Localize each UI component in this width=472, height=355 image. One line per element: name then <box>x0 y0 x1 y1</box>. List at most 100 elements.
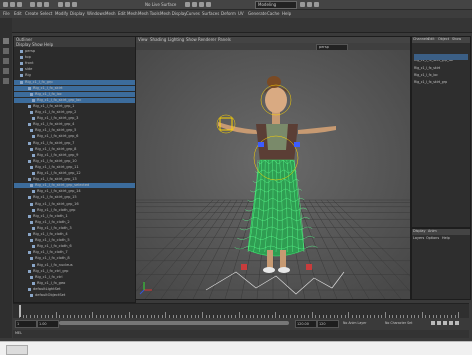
outliner-row[interactable]: Rig_c1_I_fx_skirt_grp_11 <box>14 165 135 170</box>
menu-windows[interactable]: Windows <box>87 11 105 16</box>
perspective-viewport[interactable]: View Shading Lighting Show Renderer Pane… <box>135 36 411 300</box>
channel-box-icon[interactable] <box>314 2 319 7</box>
current-time-marker[interactable] <box>19 305 21 317</box>
layers-menu-help[interactable]: Help <box>442 236 450 241</box>
snap-grid-icon[interactable] <box>58 2 63 7</box>
menu-edit-mesh[interactable]: Edit Mesh <box>118 11 138 16</box>
outliner-row[interactable]: Rig_c1_I_fx_skirt_grp_7 <box>14 141 135 146</box>
outliner-row[interactable]: Rig_c1_I_fx_skirt_grp_5 <box>14 128 135 133</box>
hypershade-icon[interactable] <box>206 2 211 7</box>
range-end-field[interactable]: 120.00 <box>295 320 317 328</box>
viewport-menu-panels[interactable]: Panels <box>218 37 231 42</box>
viewport-menu-renderer[interactable]: Renderer <box>198 37 216 42</box>
end-time-field[interactable]: 120 <box>317 320 339 328</box>
time-slider[interactable] <box>13 303 469 318</box>
outliner-row[interactable]: Rig_c1_I_fx_skirt_grp_loc <box>14 97 135 103</box>
outliner-row[interactable]: defaultLightSet <box>14 287 135 292</box>
move-tool-icon[interactable] <box>3 58 9 64</box>
render-settings-icon[interactable] <box>199 2 204 7</box>
outliner-row[interactable]: Rig_c1_I_fx_cloth_8 <box>14 256 135 261</box>
outliner-row[interactable]: Rig_c1_I_fx_cloth_2 <box>14 220 135 225</box>
outliner-menu-help[interactable]: Help <box>44 42 53 47</box>
outliner-row[interactable]: Rig_c1_I_fx_skirt_grp_8 <box>14 147 135 152</box>
outliner-row[interactable]: side <box>14 67 135 72</box>
menu-mesh[interactable]: Mesh <box>105 11 116 16</box>
outliner-row[interactable]: Rig_c1_I_fx_skirt_grp_4 <box>14 122 135 127</box>
menu-select[interactable]: Select <box>40 11 52 16</box>
outliner-row[interactable]: Rig_c1_I_fx_grp <box>14 79 135 85</box>
channel-row[interactable]: Rig_c1_I_fx_loc <box>414 61 468 77</box>
command-line[interactable]: MEL <box>13 330 469 338</box>
menu-display[interactable]: Display <box>70 11 85 16</box>
taskbar-button[interactable] <box>6 345 28 355</box>
menu-modify[interactable]: Modify <box>55 11 68 16</box>
outliner-row[interactable]: Rig_c1_I_fx_loc <box>14 91 135 97</box>
outliner-row[interactable]: persp <box>14 49 135 54</box>
layers-menu-options[interactable]: Options <box>426 236 439 241</box>
lasso-tool-icon[interactable] <box>3 48 9 54</box>
outliner-row[interactable]: Rig_c1_I_fx_ctrl <box>14 275 135 280</box>
outliner-menu-display[interactable]: Display <box>16 42 31 47</box>
outliner-row[interactable]: front <box>14 61 135 66</box>
select-tool-icon[interactable] <box>3 38 9 44</box>
select-hierarchy-icon[interactable] <box>30 2 35 7</box>
save-scene-icon[interactable] <box>17 2 22 7</box>
rotate-tool-icon[interactable] <box>3 68 9 74</box>
new-scene-icon[interactable] <box>3 2 8 7</box>
menu-edit[interactable]: Edit <box>14 11 22 16</box>
menu-file[interactable]: File <box>3 11 10 16</box>
elbow-locator-right[interactable] <box>294 142 300 147</box>
mode-menu[interactable]: Modeling <box>255 1 297 9</box>
tab-display-layers[interactable]: Display <box>413 229 426 234</box>
layers-menu-layers[interactable]: Layers <box>413 236 424 241</box>
menu-mesh-tools[interactable]: Mesh Tools <box>138 11 160 16</box>
foot-control-right[interactable] <box>306 264 312 270</box>
select-component-icon[interactable] <box>44 2 49 7</box>
outliner-row[interactable]: top <box>14 55 135 60</box>
outliner-row[interactable]: Rig_c1_I_fx_cloth_3 <box>14 226 135 231</box>
viewport-menu-shading[interactable]: Shading <box>150 37 166 42</box>
outliner-row[interactable]: Rig_c1_I_fx_skirt_grp_13 <box>14 177 135 182</box>
outliner-row[interactable]: Rig <box>14 73 135 78</box>
step-forward-icon[interactable] <box>449 321 453 325</box>
select-object-icon[interactable] <box>37 2 42 7</box>
outliner-row[interactable]: Rig_c1_I_fx_cloth_4 <box>14 232 135 237</box>
outliner-menu-show[interactable]: Show <box>32 42 43 47</box>
outliner-row[interactable]: Rig_c1_I_fx_skirt_grp_selected <box>14 183 135 189</box>
foot-control-left[interactable] <box>241 264 247 270</box>
outliner-row[interactable]: Rig_c1_I_fx_skirt <box>14 85 135 91</box>
viewport-menu-lighting[interactable]: Lighting <box>168 37 184 42</box>
outliner-row[interactable]: Rig_c1_I_fx_skirt_grp_16 <box>14 202 135 207</box>
viewport-menu-view[interactable]: View <box>138 37 148 42</box>
range-bar-handle[interactable] <box>59 321 289 325</box>
play-back-icon[interactable] <box>437 321 441 325</box>
menu-surfaces[interactable]: Surfaces <box>202 11 219 16</box>
channel-row[interactable]: Rig_c1_I_fx_skirt <box>414 54 468 70</box>
snap-curve-icon[interactable] <box>65 2 70 7</box>
open-scene-icon[interactable] <box>10 2 15 7</box>
tab-object[interactable]: Object <box>438 37 449 42</box>
outliner-row[interactable]: Rig_c1_I_fx_geo <box>14 281 135 286</box>
menu-curves[interactable]: Curves <box>186 11 200 16</box>
outliner-row[interactable]: defaultObjectSet <box>14 293 135 298</box>
start-time-field[interactable]: 1 <box>15 320 37 328</box>
outliner-row[interactable]: Rig_c1_I_fx_skirt_grp_2 <box>14 110 135 115</box>
outliner-row[interactable]: Rig_c1_I_fx_cloth_grp <box>14 208 135 213</box>
tab-show[interactable]: Show <box>452 37 461 42</box>
outliner-row[interactable]: Rig_c1_I_fx_cloth_7 <box>14 250 135 255</box>
render-icon[interactable] <box>185 2 190 7</box>
settings-icon[interactable] <box>455 321 459 325</box>
tab-anim-layers[interactable]: Anim <box>428 229 437 234</box>
tab-edit[interactable]: Edit <box>428 37 435 42</box>
viewport-menu-show[interactable]: Show <box>186 37 197 42</box>
play-forward-icon[interactable] <box>443 321 447 325</box>
snap-point-icon[interactable] <box>72 2 77 7</box>
outliner-row[interactable]: Rig_c1_I_fx_skirt_grp_3 <box>14 116 135 121</box>
outliner-row[interactable]: Rig_c1_I_fx_nucleus <box>14 263 135 268</box>
tool-settings-icon[interactable] <box>307 2 312 7</box>
outliner-row[interactable]: Rig_c1_I_fx_skirt_grp_9 <box>14 153 135 158</box>
elbow-locator-left[interactable] <box>258 142 264 147</box>
range-start-field[interactable]: 1.00 <box>37 320 59 328</box>
outliner-row[interactable]: Rig_c1_I_fx_cloth_1 <box>14 214 135 219</box>
outliner-row[interactable]: Rig_c1_I_fx_ctrl_grp <box>14 269 135 274</box>
